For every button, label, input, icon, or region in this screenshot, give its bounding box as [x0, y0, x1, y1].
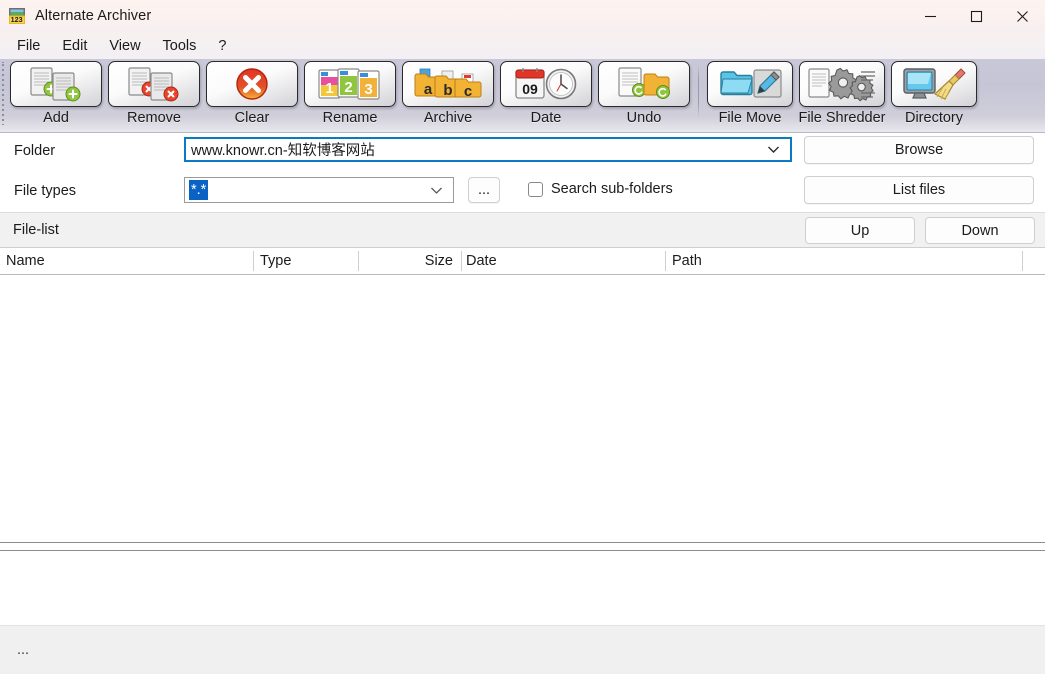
file-list-title: File-list: [13, 222, 59, 238]
toolbar-button-archive[interactable]: a b c Archive: [399, 61, 497, 129]
file-types-label: File types: [14, 183, 77, 199]
column-divider[interactable]: [253, 251, 254, 271]
archive-abc-folders-icon: a b c: [402, 61, 494, 107]
undo-document-folder-icon: [598, 61, 690, 107]
search-subfolders-checkbox-row[interactable]: Search sub-folders: [528, 181, 673, 197]
file-types-input[interactable]: *.*: [184, 177, 454, 203]
detail-pane[interactable]: [0, 551, 1045, 626]
toolbar-button-file-shredder[interactable]: File Shredder: [796, 61, 888, 129]
column-divider[interactable]: [1022, 251, 1023, 271]
svg-text:a: a: [424, 81, 433, 98]
clear-red-x-icon: [206, 61, 298, 107]
column-divider[interactable]: [665, 251, 666, 271]
file-move-folder-pen-icon: [707, 61, 793, 107]
rename-123-icon: 1 2 3: [304, 61, 396, 107]
toolbar-button-rename[interactable]: 1 2 3 Rename: [301, 61, 399, 129]
chevron-down-icon[interactable]: [767, 145, 780, 154]
chevron-down-icon[interactable]: [430, 186, 443, 195]
toolbar-button-undo[interactable]: Undo: [595, 61, 693, 129]
toolbar-label-remove: Remove: [127, 110, 181, 126]
maximize-icon[interactable]: [953, 0, 999, 32]
svg-text:2: 2: [344, 79, 352, 96]
close-icon[interactable]: [999, 0, 1045, 32]
add-documents-icon: [10, 61, 102, 107]
menu-tools[interactable]: Tools: [152, 36, 208, 56]
search-form: Folder www.knowr.cn-知软博客网站 Browse File t…: [0, 133, 1045, 212]
menu-help[interactable]: ?: [207, 36, 237, 56]
folder-input[interactable]: www.knowr.cn-知软博客网站: [184, 137, 792, 162]
toolbar-label-undo: Undo: [626, 110, 662, 126]
search-subfolders-checkbox[interactable]: [528, 181, 543, 197]
toolbar: Add Remove Clear 1 2 3 Rename a b c Arch…: [0, 59, 1045, 133]
toolbar-label-date: Date: [530, 110, 562, 126]
toolbar-button-clear[interactable]: Clear: [203, 61, 301, 129]
status-bar: ...: [0, 626, 1045, 674]
toolbar-label-clear: Clear: [234, 110, 270, 126]
svg-text:1: 1: [325, 80, 333, 97]
toolbar-label-directory: Directory: [904, 110, 963, 126]
svg-text:b: b: [443, 82, 452, 99]
toolbar-button-file-move[interactable]: File Move: [704, 61, 796, 129]
toolbar-label-archive: Archive: [423, 110, 473, 126]
toolbar-label-file-move: File Move: [718, 110, 782, 126]
column-header-path[interactable]: Path: [672, 248, 1017, 274]
svg-text:c: c: [464, 83, 472, 100]
svg-text:3: 3: [364, 81, 372, 98]
toolbar-button-remove[interactable]: Remove: [105, 61, 203, 129]
remove-documents-icon: [108, 61, 200, 107]
window-title: Alternate Archiver: [35, 8, 152, 24]
file-list-columns: Name Type Size Date Path: [0, 248, 1045, 275]
file-list-header-bar: File-list Up Down: [0, 212, 1045, 248]
svg-text:09: 09: [522, 81, 538, 97]
column-header-type[interactable]: Type: [260, 248, 350, 274]
status-text: ...: [17, 642, 30, 658]
browse-button[interactable]: Browse: [804, 136, 1034, 164]
file-types-value: *.*: [189, 179, 209, 201]
move-down-button[interactable]: Down: [925, 217, 1035, 244]
date-calendar-clock-icon: 09: [500, 61, 592, 107]
folder-label: Folder: [14, 143, 56, 159]
application-window: 123 Alternate Archiver File Edit View To…: [0, 0, 1045, 674]
menu-bar: File Edit View Tools ?: [0, 32, 1045, 59]
toolbar-button-directory[interactable]: Directory: [888, 61, 980, 129]
move-up-button[interactable]: Up: [805, 217, 915, 244]
menu-file[interactable]: File: [6, 36, 51, 56]
toolbar-label-add: Add: [43, 110, 69, 126]
directory-monitor-broom-icon: [891, 61, 977, 107]
minimize-icon[interactable]: [907, 0, 953, 32]
toolbar-button-date[interactable]: 09 Date: [497, 61, 595, 129]
archiver-123-icon: 123: [8, 7, 26, 25]
toolbar-label-file-shredder: File Shredder: [798, 110, 886, 126]
file-list-pane[interactable]: 搜软网-www.secruan.com: [0, 275, 1045, 542]
toolbar-grip-handle[interactable]: [0, 62, 7, 125]
toolbar-label-rename: Rename: [322, 110, 378, 126]
list-files-button[interactable]: List files: [804, 176, 1034, 204]
folder-input-value: www.knowr.cn-知软博客网站: [191, 143, 375, 159]
menu-edit[interactable]: Edit: [51, 36, 98, 56]
search-subfolders-label: Search sub-folders: [551, 181, 673, 197]
column-header-size[interactable]: Size: [364, 248, 456, 274]
file-shredder-gears-icon: [799, 61, 885, 107]
svg-text:123: 123: [11, 15, 23, 24]
window-controls: [907, 0, 1045, 32]
menu-view[interactable]: View: [98, 36, 151, 56]
pane-splitter[interactable]: [0, 542, 1045, 551]
column-header-name[interactable]: Name: [6, 248, 251, 274]
column-divider[interactable]: [358, 251, 359, 271]
column-header-date[interactable]: Date: [466, 248, 662, 274]
file-types-browse-button[interactable]: ...: [468, 177, 500, 203]
toolbar-separator: [698, 63, 699, 119]
title-bar: 123 Alternate Archiver: [0, 0, 1045, 32]
column-divider[interactable]: [461, 251, 462, 271]
toolbar-button-add[interactable]: Add: [7, 61, 105, 129]
